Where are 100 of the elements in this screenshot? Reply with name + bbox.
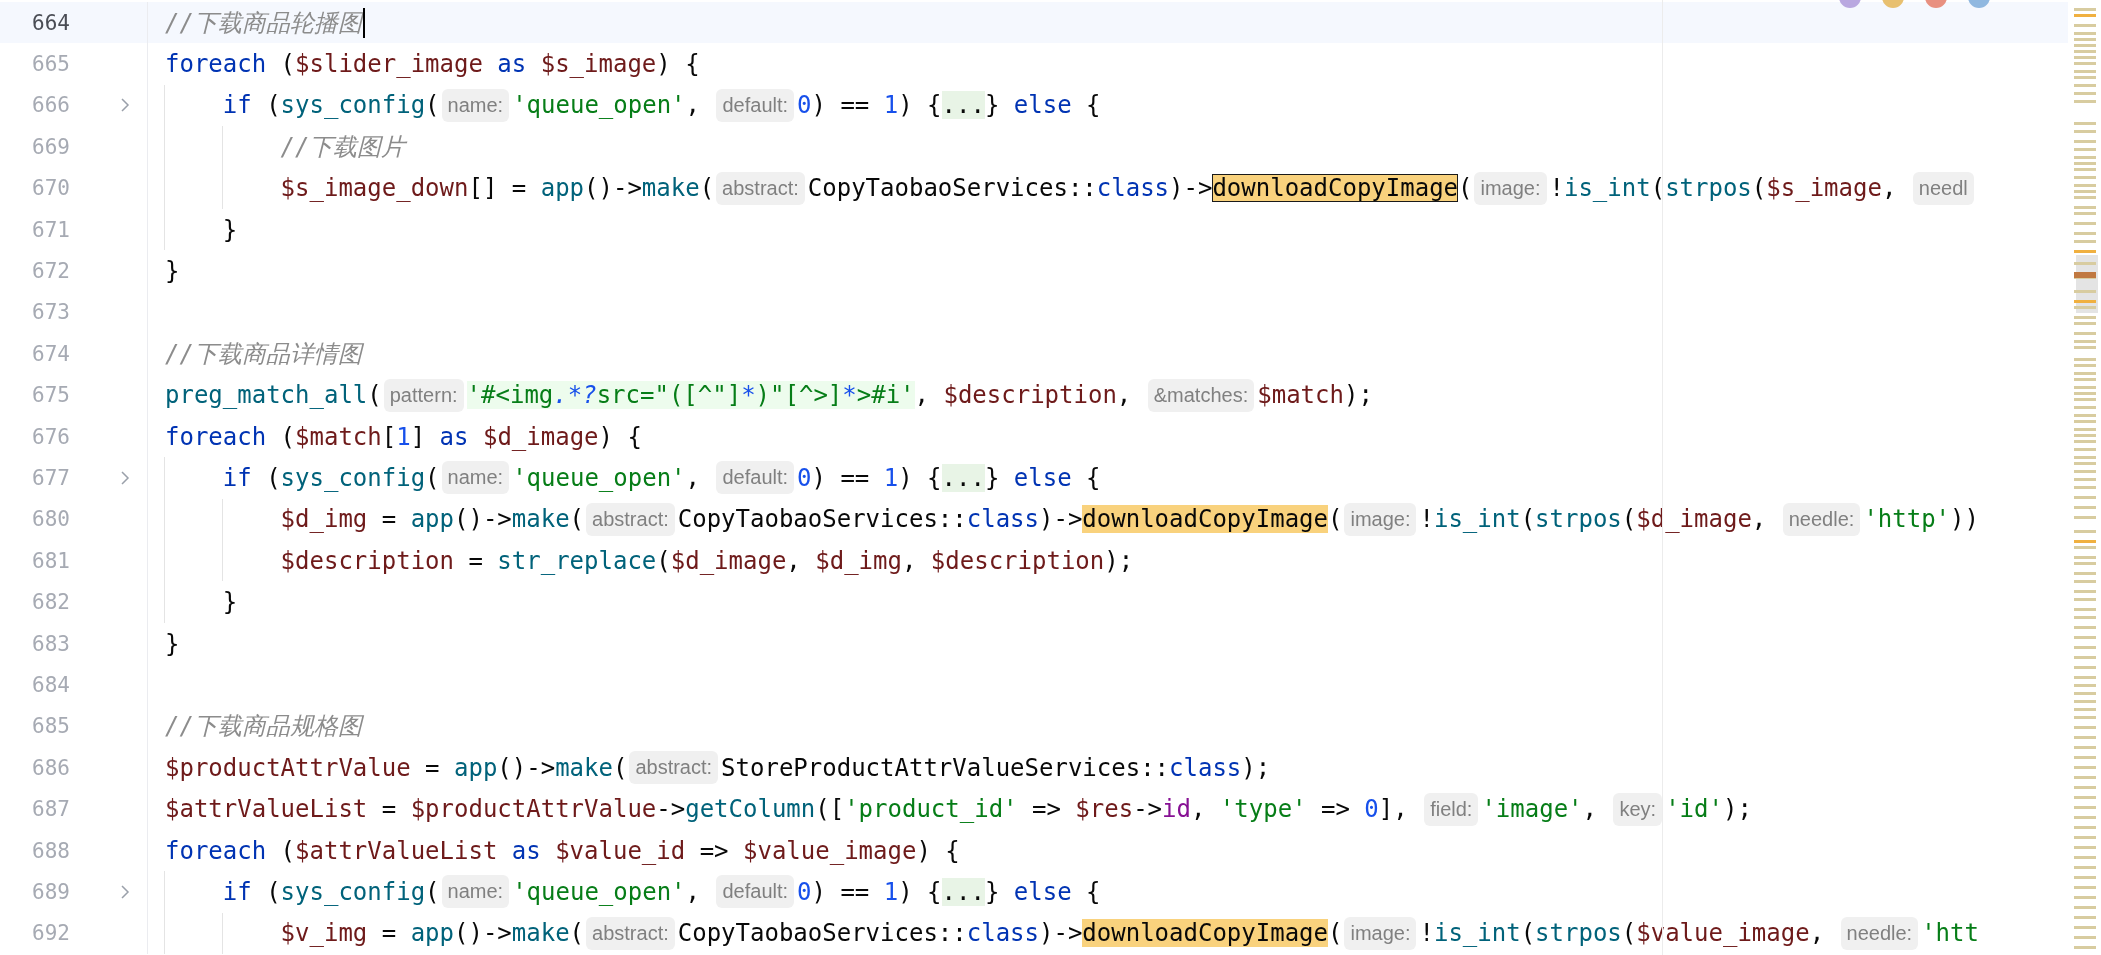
line-number: 671 — [31, 217, 70, 242]
code-text: 'http')) — [1863, 505, 1979, 534]
code-text: '#<img.*?src="([^"]*)"[^>]*>#i', $description, — [466, 381, 1133, 410]
line-number: 670 — [31, 176, 70, 201]
line-number: 665 — [31, 52, 70, 77]
folded-code-button[interactable]: ... — [941, 464, 985, 492]
chevron-right-icon[interactable] — [120, 883, 130, 900]
code-comment: //下载商品轮播图 — [165, 7, 362, 39]
search-match: downloadCopyImage — [1082, 505, 1328, 534]
code-text: preg_match_all( — [165, 381, 382, 410]
line-number: 680 — [31, 507, 70, 532]
folded-code-button[interactable]: ... — [941, 91, 985, 120]
code-text: } — [222, 215, 238, 244]
line-number: 673 — [31, 300, 70, 325]
line-number: 672 — [31, 259, 70, 284]
line-number: 681 — [31, 548, 70, 573]
code-text: StoreProductAttrValueServices::class); — [721, 753, 1271, 782]
code-text: } — [165, 629, 180, 658]
parameter-hint: needle: — [1840, 916, 1919, 950]
code-text: } — [222, 588, 238, 617]
search-match: downloadCopyImage — [1082, 919, 1328, 948]
chevron-right-icon[interactable] — [120, 97, 130, 114]
parameter-hint: name: — [441, 88, 510, 122]
code-text: 'id'); — [1665, 795, 1752, 824]
parameter-hint: field: — [1424, 792, 1479, 826]
code-text: $attrValueList = $productAttrValue->getColumn(['product_id' => $res->id, 'type' => 0], — [165, 795, 1409, 824]
line-number: 669 — [31, 134, 70, 159]
browser-icon[interactable] — [1967, 0, 1991, 9]
code-text: } else { — [984, 877, 1101, 906]
browser-icon[interactable] — [1881, 0, 1905, 9]
code-text: 'queue_open', — [512, 877, 701, 906]
code-text: $v_img = app()->make( — [280, 919, 585, 948]
parameter-hint: image: — [1344, 916, 1417, 950]
code-text: foreach ($slider_image as $s_image) { — [165, 50, 700, 79]
parameter-hint: default: — [716, 88, 795, 122]
code-text: $description = str_replace($d_image, $d_img, $description); — [280, 546, 1134, 575]
parameter-hint: abstract: — [586, 916, 675, 950]
line-number: 682 — [31, 590, 70, 615]
line-number: 683 — [31, 631, 70, 656]
code-text: ( — [1328, 919, 1343, 948]
line-number: 666 — [31, 93, 70, 118]
code-text: $match); — [1257, 381, 1373, 410]
browser-icon[interactable] — [1838, 0, 1862, 9]
line-number: 689 — [31, 879, 70, 904]
line-number: 686 — [31, 755, 70, 780]
line-number: 692 — [31, 921, 70, 946]
parameter-hint: pattern: — [383, 378, 464, 412]
parameter-hint: needle: — [1782, 502, 1861, 536]
code-text: CopyTaobaoServices::class)-> — [677, 919, 1083, 948]
code-text: ( — [1458, 174, 1473, 203]
code-text: if (sys_config( — [222, 464, 440, 492]
code-text: } else { — [984, 91, 1101, 120]
line-number: 664 — [31, 10, 70, 35]
line-number: 685 — [31, 714, 70, 739]
code-text: 0) == 1) { — [797, 877, 942, 906]
parameter-hint: needl — [1912, 171, 1974, 205]
code-comment: //下载商品规格图 — [165, 711, 362, 743]
code-text: ( — [1328, 505, 1343, 534]
parameter-hint: image: — [1344, 502, 1417, 536]
parameter-hint: abstract: — [716, 171, 805, 205]
code-text: CopyTaobaoServices::class)-> — [677, 505, 1083, 534]
parameter-hint: abstract: — [586, 502, 675, 536]
code-text: 'htt — [1921, 919, 1979, 948]
code-text: !is_int(strpos($s_image, — [1549, 174, 1898, 203]
line-number: 687 — [31, 797, 70, 822]
code-text: CopyTaobaoServices::class)-> — [807, 174, 1213, 203]
folded-code-button[interactable]: ... — [941, 877, 985, 906]
code-text: $s_image_down[] = app()->make( — [280, 174, 715, 203]
parameter-hint: name: — [441, 461, 510, 495]
parameter-hint: &matches: — [1147, 378, 1255, 412]
code-text: 0) == 1) { — [797, 91, 942, 120]
parameter-hint: abstract: — [629, 751, 719, 785]
code-text: } else { — [984, 464, 1101, 492]
line-number: 675 — [31, 383, 70, 408]
parameter-hint: image: — [1474, 171, 1547, 205]
code-text: 'queue_open', — [512, 464, 701, 492]
browser-icon[interactable] — [1924, 0, 1948, 9]
parameter-hint: name: — [441, 875, 510, 909]
line-number: 684 — [31, 672, 70, 697]
code-text: 0) == 1) { — [797, 464, 942, 492]
code-text: if (sys_config( — [222, 877, 440, 906]
code-text: foreach ($attrValueList as $value_id => $value_image) { — [165, 836, 960, 865]
parameter-hint: default: — [716, 875, 795, 909]
parameter-hint: key: — [1613, 792, 1663, 826]
code-text: $productAttrValue = app()->make( — [165, 753, 628, 782]
chevron-right-icon[interactable] — [120, 470, 130, 486]
code-text: !is_int(strpos($d_image, — [1419, 505, 1768, 534]
code-text: 'queue_open', — [512, 91, 701, 120]
code-text: } — [165, 257, 180, 286]
code-comment: //下载图片 — [280, 131, 406, 163]
code-comment: //下载商品详情图 — [165, 338, 362, 370]
code-text: if (sys_config( — [222, 91, 440, 120]
code-text: 'image', — [1481, 795, 1599, 824]
line-number: 677 — [31, 466, 70, 490]
line-number: 688 — [31, 838, 70, 863]
code-text: foreach ($match[1] as $d_image) { — [165, 422, 642, 451]
code-text: $d_img = app()->make( — [280, 505, 585, 534]
line-number: 676 — [31, 424, 70, 449]
line-number: 674 — [31, 341, 70, 366]
parameter-hint: default: — [716, 461, 795, 495]
